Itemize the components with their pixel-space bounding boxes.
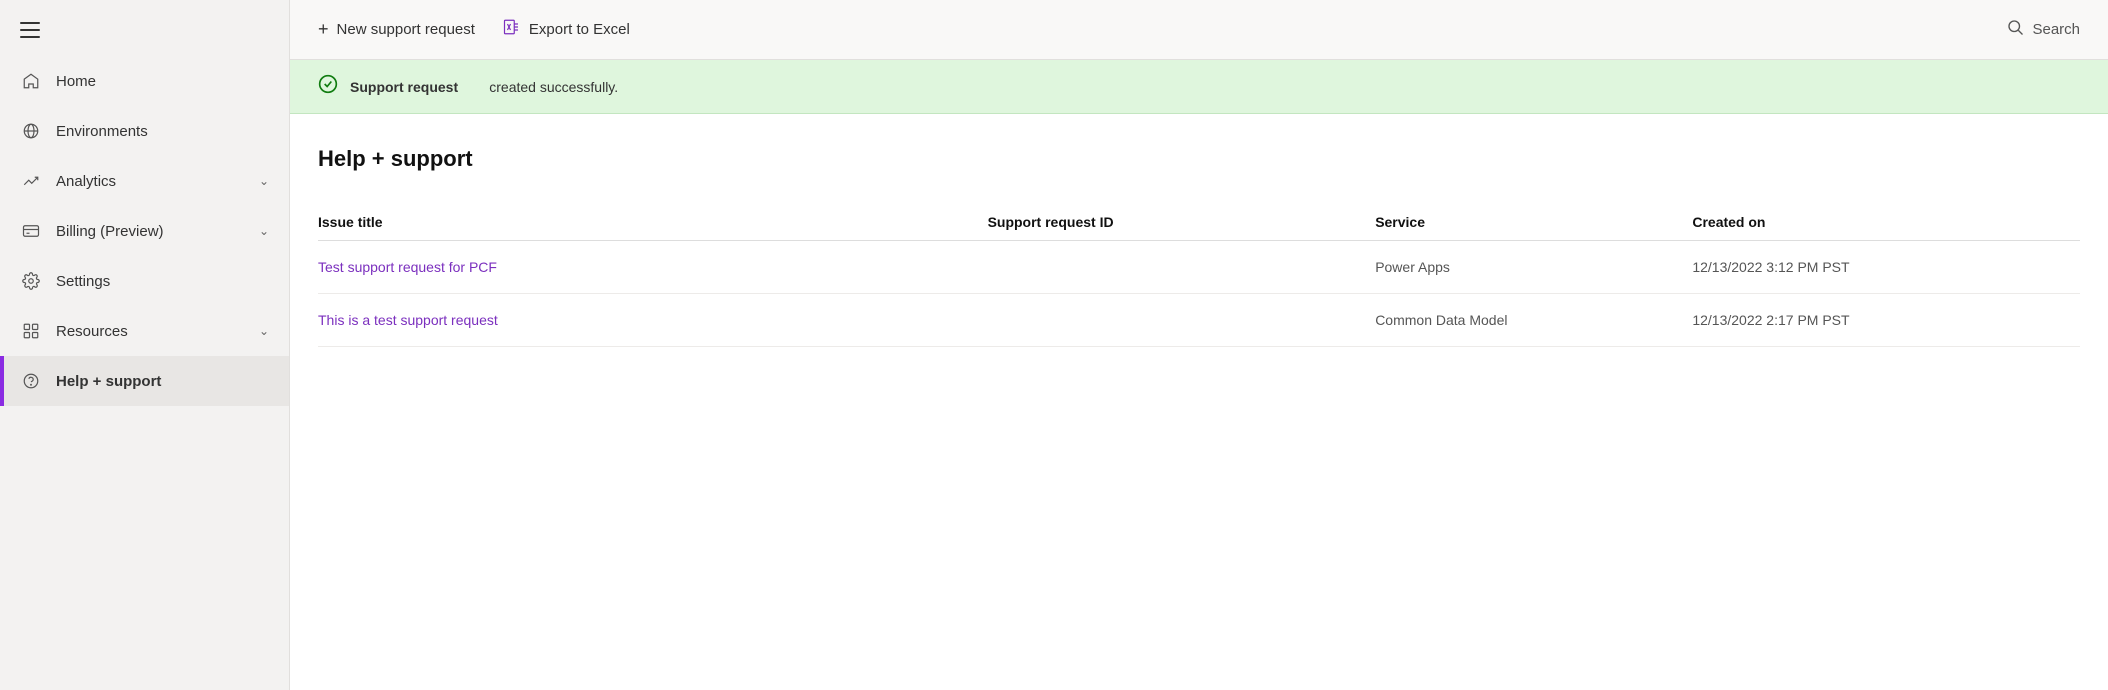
- plus-icon: +: [318, 19, 329, 40]
- excel-icon: [503, 18, 521, 41]
- sidebar-item-environments-label: Environments: [56, 123, 269, 140]
- environments-icon: [20, 120, 42, 142]
- export-to-excel-button[interactable]: Export to Excel: [503, 18, 630, 41]
- success-check-icon: [318, 74, 338, 99]
- analytics-icon: [20, 170, 42, 192]
- hamburger-menu-button[interactable]: [20, 22, 40, 38]
- table-row: Test support request for PCF Power Apps12…: [318, 241, 2080, 294]
- page-content: Help + support Issue title Support reque…: [290, 114, 2108, 690]
- col-issue-title: Issue title: [318, 204, 988, 241]
- toolbar: + New support request Export to Excel: [290, 0, 2108, 60]
- home-icon: [20, 70, 42, 92]
- col-service: Service: [1375, 204, 1692, 241]
- resources-chevron-icon: ⌄: [259, 324, 269, 338]
- issue-title-cell[interactable]: Test support request for PCF: [318, 241, 988, 294]
- page-title: Help + support: [318, 146, 2080, 172]
- sidebar-item-resources[interactable]: Resources ⌄: [0, 306, 289, 356]
- search-button[interactable]: Search: [2006, 18, 2080, 41]
- sidebar-item-analytics[interactable]: Analytics ⌄: [0, 156, 289, 206]
- sidebar-item-home[interactable]: Home: [0, 56, 289, 106]
- billing-chevron-icon: ⌄: [259, 224, 269, 238]
- sidebar: Home Environments Analytics ⌄: [0, 0, 290, 690]
- success-banner: Support request created successfully.: [290, 60, 2108, 114]
- success-bold-text: Support request: [350, 79, 458, 95]
- sidebar-item-resources-label: Resources: [56, 323, 259, 340]
- export-label: Export to Excel: [529, 21, 630, 38]
- col-support-request-id: Support request ID: [988, 204, 1376, 241]
- support-request-id-cell: [988, 294, 1376, 347]
- success-rest-text: created successfully.: [489, 79, 618, 95]
- main-content: + New support request Export to Excel: [290, 0, 2108, 690]
- sidebar-item-analytics-label: Analytics: [56, 173, 259, 190]
- created-on-cell: 12/13/2022 3:12 PM PST: [1692, 241, 2080, 294]
- billing-icon: [20, 220, 42, 242]
- sidebar-item-help-support-label: Help + support: [56, 373, 269, 390]
- resources-icon: [20, 320, 42, 342]
- created-on-cell: 12/13/2022 2:17 PM PST: [1692, 294, 2080, 347]
- table-header: Issue title Support request ID Service C…: [318, 204, 2080, 241]
- search-label: Search: [2032, 21, 2080, 38]
- sidebar-item-help-support[interactable]: Help + support: [0, 356, 289, 406]
- analytics-chevron-icon: ⌄: [259, 174, 269, 188]
- sidebar-item-home-label: Home: [56, 73, 269, 90]
- sidebar-nav: Home Environments Analytics ⌄: [0, 56, 289, 690]
- col-created-on: Created on: [1692, 204, 2080, 241]
- service-cell: Common Data Model: [1375, 294, 1692, 347]
- sidebar-header: [0, 0, 289, 56]
- sidebar-item-settings-label: Settings: [56, 273, 269, 290]
- new-request-label: New support request: [337, 21, 475, 38]
- settings-icon: [20, 270, 42, 292]
- toolbar-left: + New support request Export to Excel: [318, 18, 2006, 41]
- sidebar-item-billing-label: Billing (Preview): [56, 223, 259, 240]
- sidebar-item-environments[interactable]: Environments: [0, 106, 289, 156]
- search-icon: [2006, 18, 2024, 41]
- support-table: Issue title Support request ID Service C…: [318, 204, 2080, 347]
- table-body: Test support request for PCF Power Apps12…: [318, 241, 2080, 347]
- support-request-id-cell: [988, 241, 1376, 294]
- help-support-icon: [20, 370, 42, 392]
- success-message: Support request created successfully.: [350, 79, 618, 95]
- sidebar-item-settings[interactable]: Settings: [0, 256, 289, 306]
- table-row: This is a test support request Common Dat…: [318, 294, 2080, 347]
- sidebar-item-billing[interactable]: Billing (Preview) ⌄: [0, 206, 289, 256]
- issue-title-cell[interactable]: This is a test support request: [318, 294, 988, 347]
- new-support-request-button[interactable]: + New support request: [318, 19, 475, 40]
- service-cell: Power Apps: [1375, 241, 1692, 294]
